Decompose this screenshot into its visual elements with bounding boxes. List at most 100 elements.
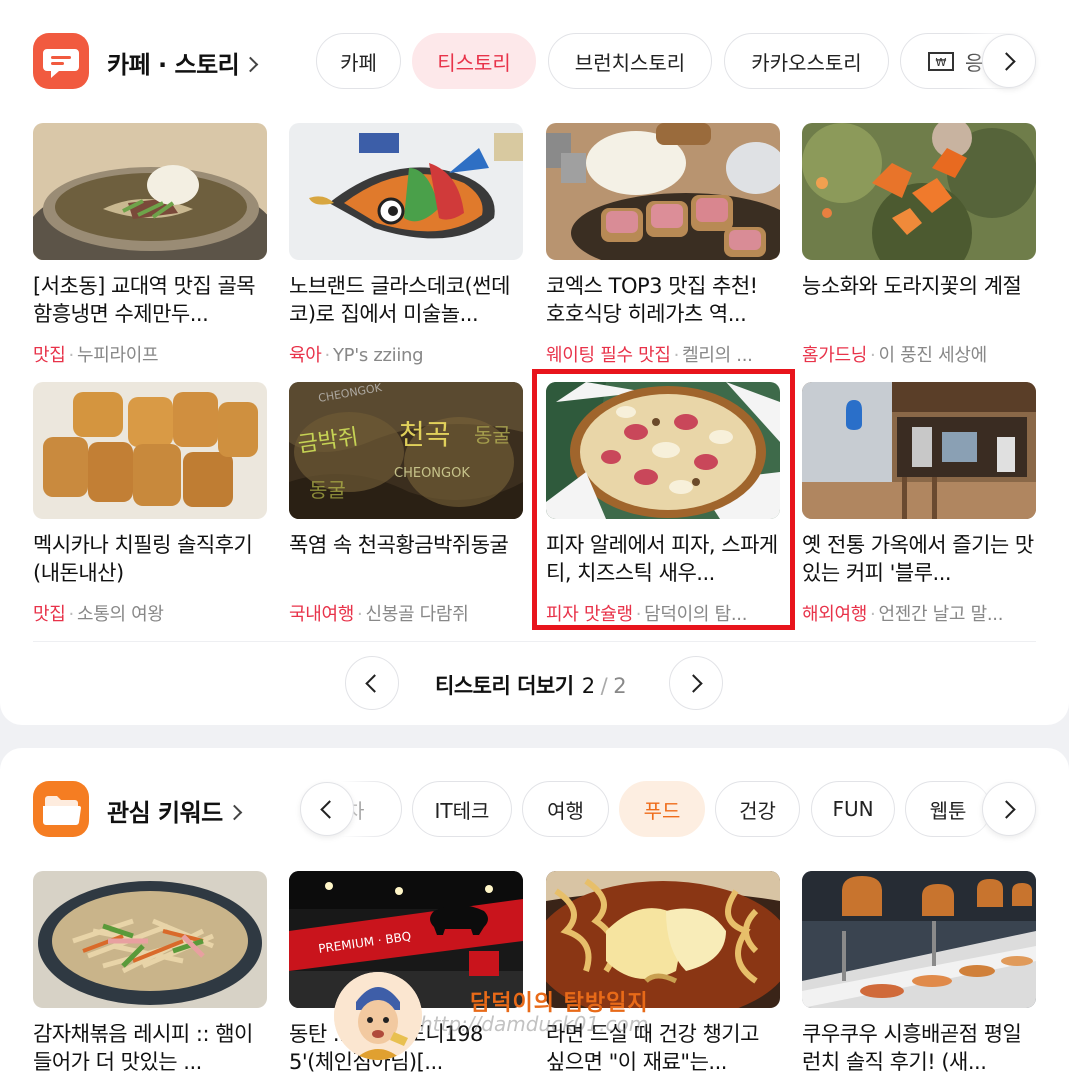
tile-title: 폭염 속 천곡황금박쥐동굴 [289,533,509,557]
svg-text:CHEONGOK: CHEONGOK [394,466,470,481]
chip-brunch-story[interactable]: 브런치스토리 [548,33,712,89]
tile-7[interactable]: 옛 전통 가옥에서 즐기는 맛있는 커피 '블루... 해외여행 · 언젠간 날고 … [802,382,1036,626]
tile-title: 노브랜드 글라스데코(썬데코)로 집에서 미술놀... [289,274,510,326]
meta-separator: · [68,604,75,625]
arrow-right-icon [684,673,703,693]
chip-scroll-left-button[interactable] [300,782,354,836]
tile-author: 소통의 여왕 [76,604,164,625]
tile-title: 멕시카나 치필링 솔직후기(내돈내산) [33,533,253,585]
tile-title: 감자채볶음 레시피 :: 햄이 들어가 더 맛있는 ... [33,1022,253,1074]
pager-label: 티스토리 더보기 [435,674,574,698]
tile-author: 켈리의 ... [682,345,753,366]
tile-meta: 육아 · YP's zziing [289,341,523,367]
tile-10[interactable]: 라면 드실 때 건강 챙기고 싶으면 "이 재료"는... [546,871,780,1076]
interest-keyword-header: 관심 키워드 동차 IT테크 여행 푸드 건강 FUN 웹툰 [0,769,1069,849]
meta-separator: · [357,604,363,625]
tile-meta: 해외여행 · 언젠간 날고 말... [802,600,1036,626]
tile-1[interactable]: 노브랜드 글라스데코(썬데코)로 집에서 미술놀... 육아 · YP's zzii… [289,123,523,367]
keyword-chip-row: 동차 IT테크 여행 푸드 건강 FUN 웹툰 [300,781,1069,839]
section-title-link[interactable]: 카페 · 스토리 [107,45,259,80]
tile-title: 코엑스 TOP3 맛집 추천! 호호식당 히레가츠 역... [546,274,758,326]
tile-11[interactable]: 쿠우쿠우 시흥배곧점 평일 런치 솔직 후기! (새... [802,871,1036,1076]
chevron-right-icon [226,804,243,821]
chip-scroll-right-button[interactable] [982,34,1036,88]
tile-author: 누피라이프 [76,345,159,366]
tile-category: 맛집 [33,345,66,366]
pager-separator: / [600,674,608,698]
svg-text:₩: ₩ [936,56,947,69]
chevron-right-icon [242,56,259,73]
arrow-left-icon [365,673,384,693]
tile-thumbnail [33,382,267,519]
tile-thumbnail [33,123,267,260]
watermark-url: http://damduck01.com [420,1012,649,1036]
chip-fun[interactable]: FUN [811,781,895,837]
arrow-left-icon [320,799,339,819]
tile-meta: 맛집 · 소통의 여왕 [33,600,267,626]
chip-it-tech[interactable]: IT테크 [412,781,512,837]
tile-author: 언젠간 날고 말... [878,604,1004,625]
pager-current: 2 [581,674,595,698]
arrow-right-icon [997,51,1016,71]
meta-separator: · [870,604,876,625]
tile-4[interactable]: 멕시카나 치필링 솔직후기(내돈내산) 맛집 · 소통의 여왕 [33,382,267,626]
section-title: 관심 키워드 [107,799,223,827]
tile-category: 맛집 [33,604,66,625]
svg-text:동굴: 동굴 [309,478,346,502]
tile-thumbnail: 금박쥐 천곡 CHEONGOK CHEONGOK 동굴 동굴 [289,382,523,519]
tile-meta: 국내여행 · 신봉골 다람쥐 [289,600,523,626]
tile-5[interactable]: 금박쥐 천곡 CHEONGOK CHEONGOK 동굴 동굴 폭염 속 천곡황금… [289,382,523,626]
meta-separator: · [68,345,75,366]
tile-thumbnail [802,871,1036,1008]
chip-cafe[interactable]: 카페 [316,33,401,89]
chip-food[interactable]: 푸드 [619,781,705,837]
meta-separator: · [673,345,680,366]
tile-thumbnail [802,123,1036,260]
arrow-right-icon [997,799,1016,819]
divider [33,641,1036,642]
chip-health[interactable]: 건강 [715,781,800,837]
folder-icon [33,781,89,837]
chip-tistory[interactable]: 티스토리 [412,33,536,89]
tile-category: 웨이팅 필수 맛집 [546,345,671,366]
cafe-story-header: 카페 · 스토리 카페 티스토리 브런치스토리 카카오스토리 ₩ 응 [0,21,1069,101]
money-icon: ₩ [928,52,954,71]
chip-travel[interactable]: 여행 [522,781,609,837]
tile-meta: 맛집 · 누피라이프 [33,341,267,367]
tile-author: 신봉골 다람쥐 [365,604,469,625]
tile-thumbnail [33,871,267,1008]
tile-title: 능소화와 도라지꽃의 계절 [802,274,1022,298]
section-title-link[interactable]: 관심 키워드 [107,793,243,828]
pager-next-button[interactable] [669,656,723,710]
tile-title: 쿠우쿠우 시흥배곧점 평일 런치 솔직 후기! (새... [802,1022,1022,1074]
tile-category: 육아 [289,345,322,366]
highlight-box [532,369,795,630]
chip-kakao-story[interactable]: 카카오스토리 [724,33,889,89]
tile-meta: 웨이팅 필수 맛집 · 켈리의 ... [546,341,780,367]
meta-separator: · [870,345,876,366]
tile-thumbnail [802,382,1036,519]
tile-title: 옛 전통 가옥에서 즐기는 맛있는 커피 '블루... [802,533,1034,585]
tile-author: YP's zziing [332,345,424,366]
chip-scroll-right-button[interactable] [982,782,1036,836]
svg-text:동굴: 동굴 [474,423,511,447]
chat-bubble-icon [33,33,89,89]
tile-thumbnail [546,123,780,260]
tile-8[interactable]: 감자채볶음 레시피 :: 햄이 들어가 더 맛있는 ... [33,871,267,1076]
tile-category: 해외여행 [802,604,868,625]
tile-3[interactable]: 능소화와 도라지꽃의 계절 홈가드닝 · 이 풍진 세상에 [802,123,1036,367]
tile-thumbnail [289,123,523,260]
svg-text:천곡: 천곡 [399,418,451,451]
watermark-avatar [334,972,422,1060]
tile-category: 홈가드닝 [802,345,868,366]
tile-2[interactable]: 코엑스 TOP3 맛집 추천! 호호식당 히레가츠 역... 웨이팅 필수 맛집… [546,123,780,367]
tile-0[interactable]: [서초동] 교대역 맛집 골목 함흥냉면 수제만두... 맛집 · 누피라이프 [33,123,267,367]
section-title: 카페 · 스토리 [107,51,240,79]
tile-meta: 홈가드닝 · 이 풍진 세상에 [802,341,1036,367]
pager-status[interactable]: 티스토리 더보기 2/2 [435,670,627,700]
meta-separator: · [324,345,331,366]
pager-prev-button[interactable] [345,656,399,710]
category-chip-row: 카페 티스토리 브런치스토리 카카오스토리 ₩ 응 [300,33,1069,91]
tile-title: [서초동] 교대역 맛집 골목 함흥냉면 수제만두... [33,274,256,326]
pager-total: 2 [613,674,627,698]
